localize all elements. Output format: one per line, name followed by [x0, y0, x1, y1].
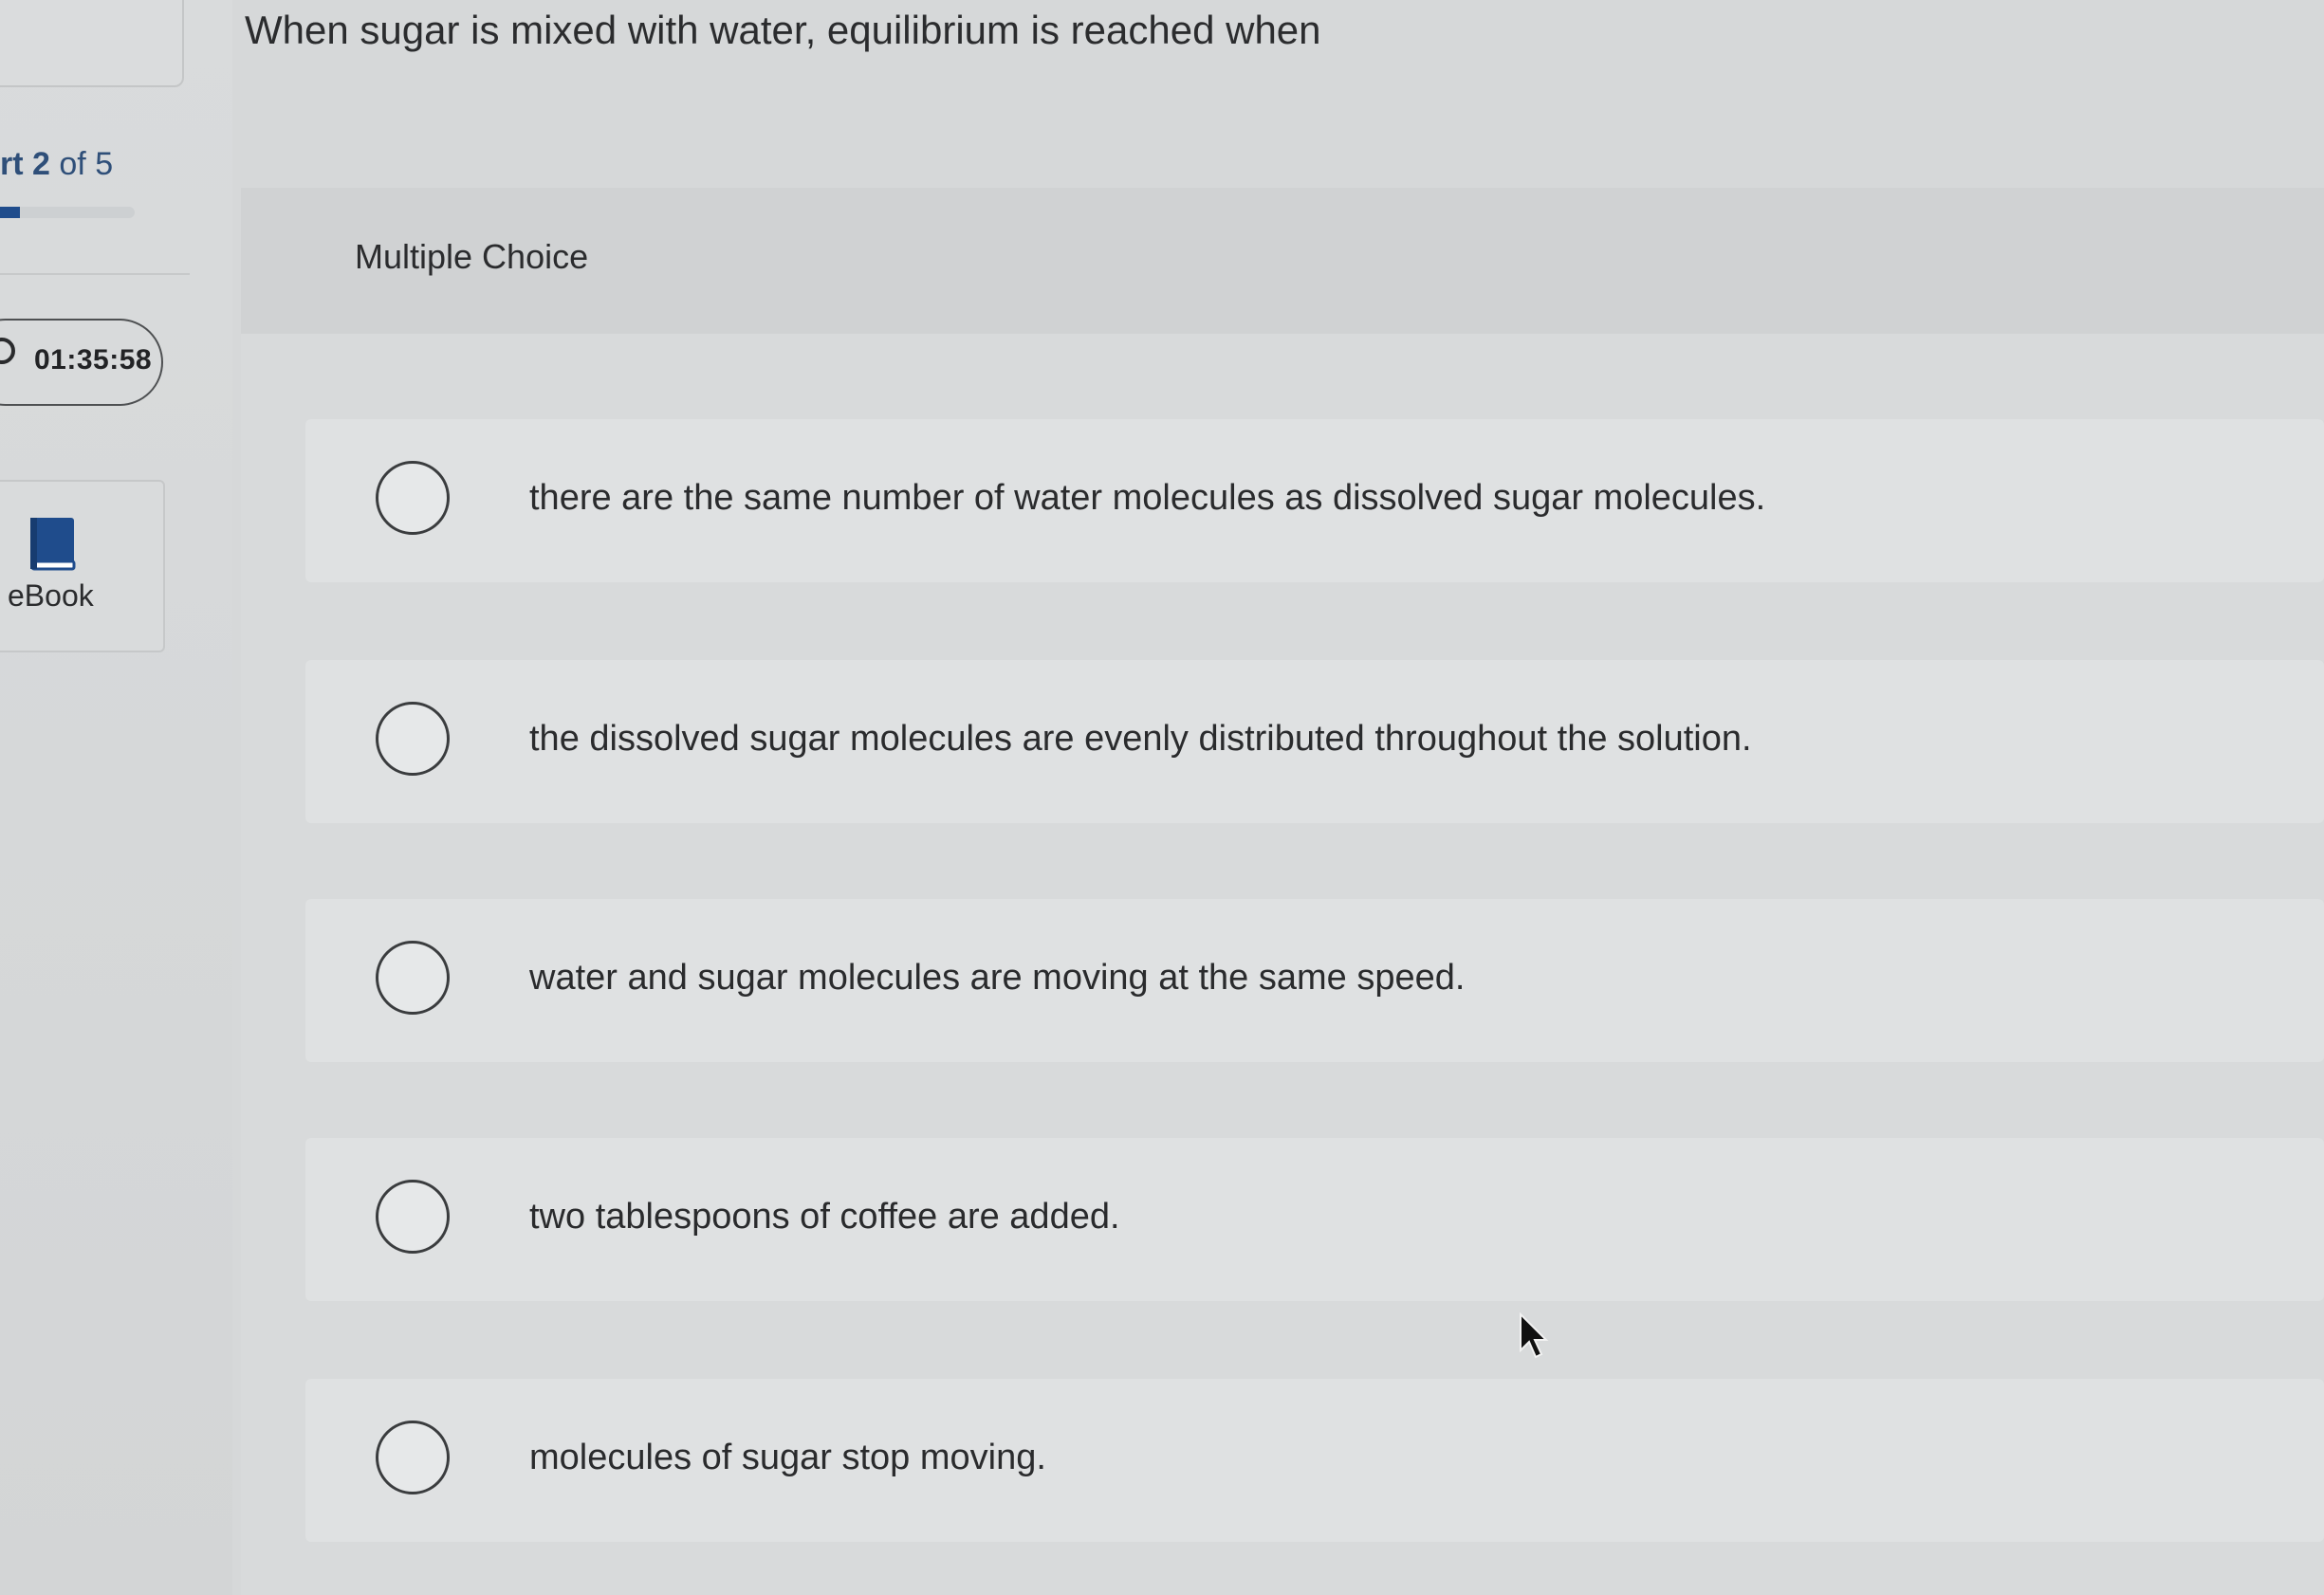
- book-icon: [30, 518, 76, 571]
- clock-icon: [0, 338, 15, 364]
- question-text: When sugar is mixed with water, equilibr…: [245, 8, 1321, 52]
- radio-button[interactable]: [376, 1180, 450, 1254]
- ebook-label: eBook: [8, 578, 94, 613]
- answer-option-text: the dissolved sugar molecules are evenly…: [529, 719, 1752, 759]
- sidebar-divider: [0, 273, 190, 275]
- answer-option-text: molecules of sugar stop moving.: [529, 1438, 1046, 1477]
- answer-option-text: two tablespoons of coffee are added.: [529, 1197, 1120, 1237]
- answer-option-text: water and sugar molecules are moving at …: [529, 958, 1466, 998]
- answer-option[interactable]: two tablespoons of coffee are added.: [305, 1138, 2324, 1301]
- radio-button[interactable]: [376, 461, 450, 535]
- mouse-cursor-icon: [1520, 1312, 1549, 1359]
- answer-option[interactable]: there are the same number of water molec…: [305, 419, 2324, 582]
- answer-option-text: there are the same number of water molec…: [529, 478, 1766, 518]
- answer-option[interactable]: the dissolved sugar molecules are evenly…: [305, 660, 2324, 823]
- answer-option[interactable]: water and sugar molecules are moving at …: [305, 899, 2324, 1062]
- left-sidebar: rt 2 of 5 01:35:58 eBook: [0, 0, 232, 1595]
- part-total: 5: [95, 146, 114, 182]
- ebook-button[interactable]: [0, 480, 165, 652]
- sidebar-top-panel: [0, 0, 184, 87]
- timer-value: 01:35:58: [34, 344, 153, 376]
- radio-button[interactable]: [376, 702, 450, 776]
- timer-button[interactable]: 01:35:58: [0, 319, 163, 406]
- part-separator: of: [59, 146, 86, 182]
- radio-button[interactable]: [376, 941, 450, 1015]
- radio-button[interactable]: [376, 1421, 450, 1494]
- question-type-label: Multiple Choice: [355, 237, 589, 276]
- progress-bar: [0, 207, 135, 218]
- part-current: 2: [32, 146, 50, 182]
- part-indicator: rt 2 of 5: [0, 146, 113, 183]
- progress-bar-fill: [0, 207, 21, 218]
- answer-option[interactable]: molecules of sugar stop moving.: [305, 1379, 2324, 1542]
- part-prefix: rt: [0, 146, 24, 182]
